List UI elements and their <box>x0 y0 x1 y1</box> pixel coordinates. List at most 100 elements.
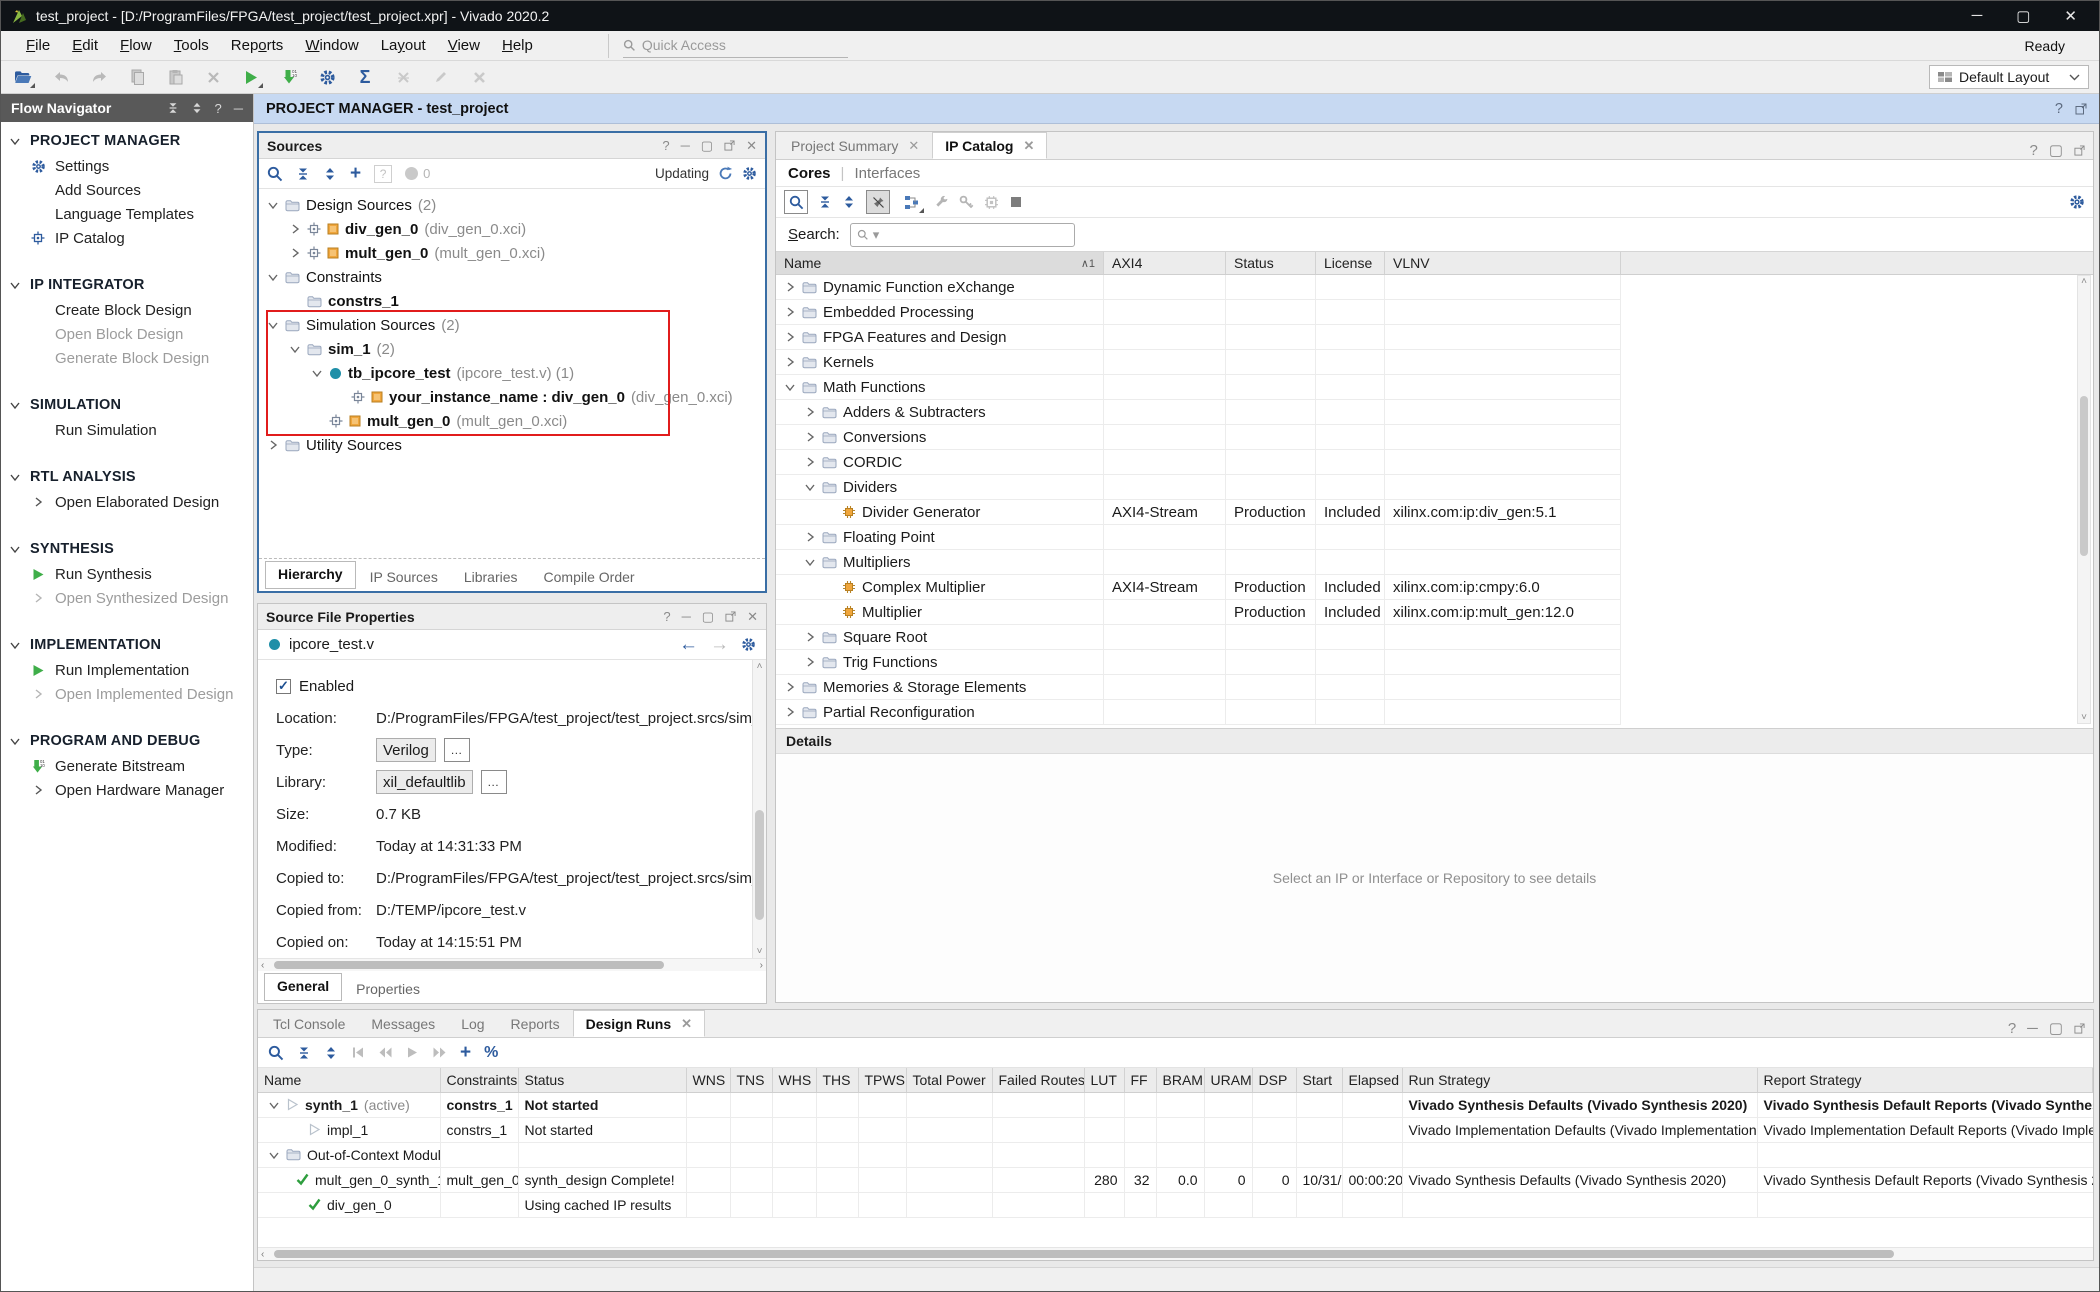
expander-closed-icon[interactable] <box>804 631 816 643</box>
column-header-license[interactable]: License <box>1316 252 1385 274</box>
maximize-icon[interactable]: ▢ <box>702 609 714 625</box>
close-button[interactable]: ✕ <box>2064 7 2077 25</box>
create-run-icon[interactable]: + <box>460 1042 471 1064</box>
pin-filter-icon[interactable] <box>866 190 890 214</box>
minimize-icon[interactable]: ─ <box>681 138 690 153</box>
help-icon[interactable]: ? <box>663 609 670 624</box>
runs-column-tns[interactable]: TNS <box>730 1068 772 1092</box>
browse-button[interactable]: … <box>444 738 470 762</box>
expander-closed-icon[interactable] <box>804 456 816 468</box>
float-icon[interactable] <box>2075 101 2087 117</box>
expander-open-icon[interactable] <box>784 381 796 393</box>
ip-name-cell[interactable]: Multipliers <box>776 550 1104 574</box>
ip-catalog-row[interactable]: Floating Point <box>776 525 1621 550</box>
runs-column-elapsed[interactable]: Elapsed <box>1342 1068 1402 1092</box>
flow-nav-item[interactable]: IP Catalog <box>1 226 253 250</box>
collapse-all-icon[interactable] <box>296 167 310 181</box>
generate-bitstream-button[interactable]: 0110 <box>277 65 301 89</box>
run-button[interactable] <box>239 65 263 89</box>
tree-item[interactable]: your_instance_name : div_gen_0 (div_gen_… <box>259 385 765 409</box>
maximize-button[interactable]: ▢ <box>2016 7 2030 25</box>
quick-access-input[interactable]: Quick Access <box>623 34 848 58</box>
help-icon[interactable]: ? <box>2008 1020 2016 1037</box>
search-icon[interactable] <box>784 190 808 214</box>
ip-catalog-row[interactable]: Dynamic Function eXchange <box>776 275 1621 300</box>
column-header-name[interactable]: Name∧1 <box>776 252 1104 274</box>
close-tab-icon[interactable]: ✕ <box>681 1016 692 1032</box>
maximize-icon[interactable]: ▢ <box>701 138 713 154</box>
back-arrow-icon[interactable]: ← <box>679 634 698 656</box>
ip-name-cell[interactable]: Divider Generator <box>776 500 1104 524</box>
scroll-right-icon[interactable]: › <box>760 959 763 972</box>
copy-button[interactable] <box>125 65 149 89</box>
design-runs-horizontal-scrollbar[interactable]: ‹ <box>258 1247 2093 1260</box>
bottom-tab-reports[interactable]: Reports <box>498 1010 573 1037</box>
flow-nav-section-header[interactable]: PROGRAM AND DEBUG <box>1 728 253 754</box>
sources-tab-ip-sources[interactable]: IP Sources <box>358 565 450 591</box>
runs-column-ths[interactable]: THS <box>816 1068 858 1092</box>
flow-nav-section-header[interactable]: IMPLEMENTATION <box>1 632 253 658</box>
minimize-icon[interactable]: ─ <box>2027 1020 2038 1037</box>
expander-closed-icon[interactable] <box>804 531 816 543</box>
expander-open-icon[interactable] <box>267 319 279 331</box>
help-icon[interactable]: ? <box>2029 142 2037 159</box>
expander-closed-icon[interactable] <box>804 406 816 418</box>
enabled-checkbox[interactable]: ✓ <box>276 679 291 694</box>
subtab-cores[interactable]: Cores <box>788 165 831 182</box>
expander-open-icon[interactable] <box>311 367 323 379</box>
flow-nav-section-header[interactable]: RTL ANALYSIS <box>1 464 253 490</box>
flow-nav-section-header[interactable]: PROJECT MANAGER <box>1 128 253 154</box>
scroll-left-icon[interactable]: ‹ <box>261 959 264 972</box>
flow-nav-section-header[interactable]: SIMULATION <box>1 392 253 418</box>
minimize-icon[interactable]: ─ <box>682 609 691 624</box>
tree-item[interactable]: Design Sources (2) <box>259 193 765 217</box>
bottom-tab-tcl-console[interactable]: Tcl Console <box>260 1010 358 1037</box>
menu-tools[interactable]: Tools <box>163 37 220 54</box>
sfp-tab-general[interactable]: General <box>264 973 342 1001</box>
runs-column-whs[interactable]: WHS <box>772 1068 816 1092</box>
reports-sigma-button[interactable]: Σ <box>353 65 377 89</box>
collapse-all-icon[interactable] <box>167 101 179 116</box>
close-tab-icon[interactable]: ✕ <box>1023 138 1034 154</box>
expander-closed-icon[interactable] <box>784 681 796 693</box>
ip-name-cell[interactable]: Memories & Storage Elements <box>776 675 1104 699</box>
ip-catalog-row[interactable]: Dividers <box>776 475 1621 500</box>
minimize-panel-icon[interactable]: ─ <box>234 101 243 116</box>
float-icon[interactable] <box>724 140 735 151</box>
ip-name-cell[interactable]: Complex Multiplier <box>776 575 1104 599</box>
runs-column-bram[interactable]: BRAM <box>1156 1068 1204 1092</box>
expander-open-icon[interactable] <box>268 1149 280 1161</box>
ip-catalog-row[interactable]: Square Root <box>776 625 1621 650</box>
runs-column-wns[interactable]: WNS <box>686 1068 730 1092</box>
subtab-interfaces[interactable]: Interfaces <box>854 165 920 182</box>
close-tab-icon[interactable]: ✕ <box>908 138 919 154</box>
flow-nav-item[interactable]: Language Templates <box>1 202 253 226</box>
ip-catalog-row[interactable]: Partial Reconfiguration <box>776 700 1621 725</box>
sources-tab-hierarchy[interactable]: Hierarchy <box>265 561 356 589</box>
ip-catalog-row[interactable]: Math Functions <box>776 375 1621 400</box>
run-name-cell[interactable]: synth_1 (active) <box>258 1092 440 1117</box>
sfp-tab-properties[interactable]: Properties <box>344 977 432 1003</box>
undo-button[interactable] <box>49 65 73 89</box>
run-name-cell[interactable]: div_gen_0 <box>258 1192 440 1217</box>
field-input[interactable]: Verilog <box>376 738 436 762</box>
ip-name-cell[interactable]: FPGA Features and Design <box>776 325 1104 349</box>
float-icon[interactable] <box>2074 1023 2085 1034</box>
expander-open-icon[interactable] <box>268 1099 280 1111</box>
expander-closed-icon[interactable] <box>289 247 301 259</box>
group-by-icon[interactable] <box>900 190 924 214</box>
ip-name-cell[interactable]: Dividers <box>776 475 1104 499</box>
flow-nav-item[interactable]: Create Block Design <box>1 298 253 322</box>
tree-item[interactable]: sim_1 (2) <box>259 337 765 361</box>
expander-closed-icon[interactable] <box>804 431 816 443</box>
tree-item[interactable]: Utility Sources <box>259 433 765 457</box>
ip-catalog-row[interactable]: CORDIC <box>776 450 1621 475</box>
expander-closed-icon[interactable] <box>784 281 796 293</box>
flow-nav-section-header[interactable]: SYNTHESIS <box>1 536 253 562</box>
runs-column-ff[interactable]: FF <box>1124 1068 1156 1092</box>
expander-closed-icon[interactable] <box>289 223 301 235</box>
gear-icon[interactable] <box>2069 194 2085 210</box>
gear-icon[interactable] <box>741 637 756 652</box>
run-name-cell[interactable]: mult_gen_0_synth_1 <box>258 1167 440 1192</box>
flow-nav-item[interactable]: Run Synthesis <box>1 562 253 586</box>
